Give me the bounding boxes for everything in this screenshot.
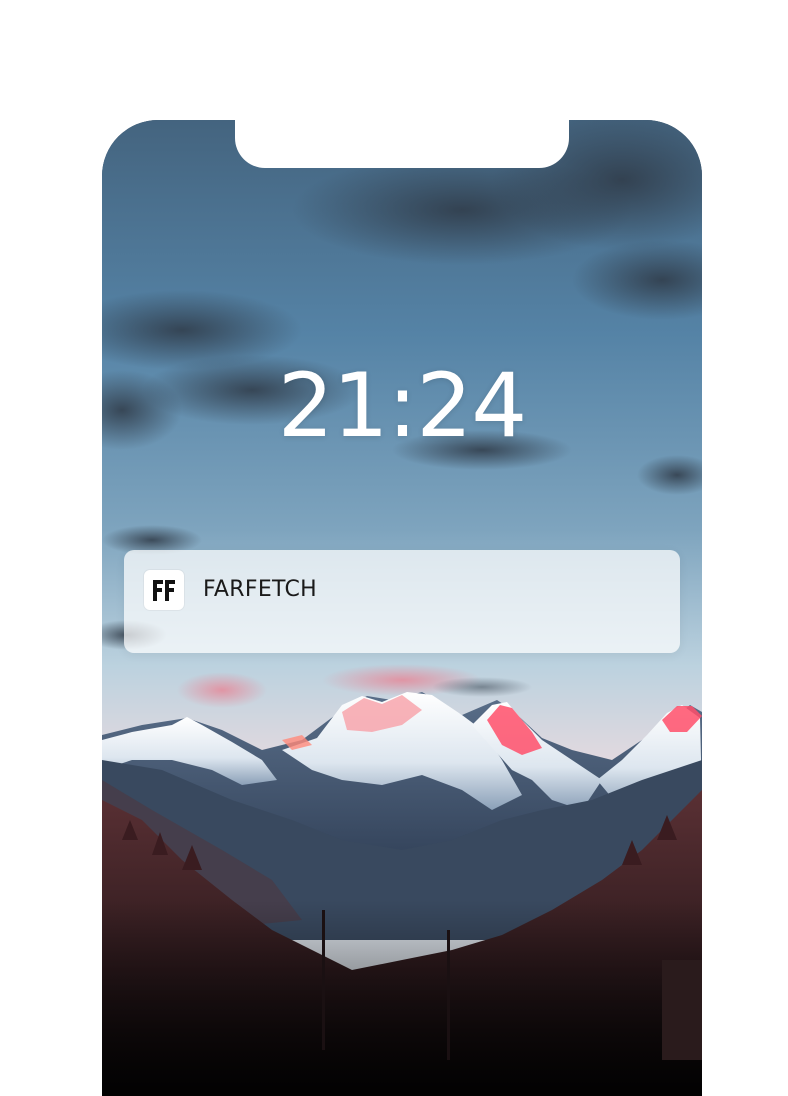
phone-notch — [235, 120, 569, 168]
push-notification[interactable]: FARFETCH — [124, 550, 680, 653]
notification-app-name: FARFETCH — [203, 577, 317, 602]
lock-screen-clock: 21:24 — [277, 354, 528, 457]
phone-lock-screen: 21:24 FARFETCH — [102, 120, 702, 1096]
farfetch-logo-icon — [144, 570, 184, 610]
